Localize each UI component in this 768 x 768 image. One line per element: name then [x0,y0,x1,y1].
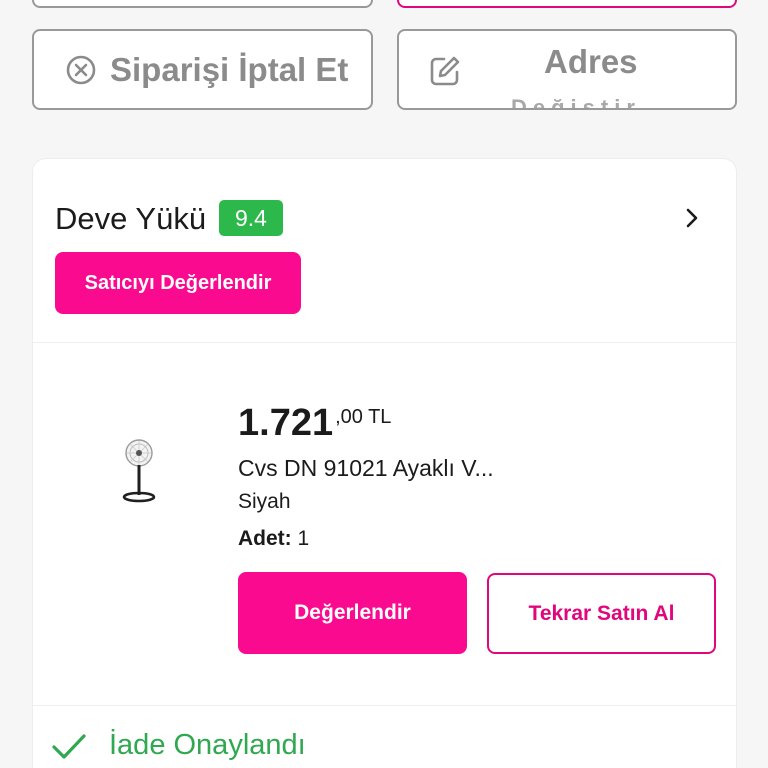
partial-top-button-right[interactable] [397,0,737,8]
product-price: 1.721,00 TL [238,402,391,445]
seller-name[interactable]: Deve Yükü [55,201,206,237]
chevron-right-icon[interactable] [679,203,705,233]
return-status: İade Onaylandı [51,729,306,762]
order-card: Deve Yükü 9.4 Satıcıyı Değerlendir 1.721… [32,158,737,768]
edit-pencil-icon [427,53,463,89]
quantity-value: 1 [297,527,310,550]
cancel-order-button[interactable]: Siparişi İptal Et [32,29,373,110]
price-decimals: ,00 TL [335,406,392,428]
rate-seller-button[interactable]: Satıcıyı Değerlendir [55,252,301,314]
buy-again-button[interactable]: Tekrar Satın Al [487,573,716,654]
seller-rating-badge: 9.4 [219,200,283,236]
x-circle-icon [64,53,98,87]
partial-top-button-left[interactable] [32,0,373,8]
quantity-label: Adet: [238,527,292,550]
product-color: Siyah [238,490,291,513]
divider [33,342,736,343]
change-address-button[interactable]: Adres Değiştir [397,29,737,110]
cancel-order-label: Siparişi İptal Et [110,50,349,88]
address-label: Adres [544,43,638,80]
product-name[interactable]: Cvs DN 91021 Ayaklı V... [238,455,494,482]
address-label-cut: Değiştir [511,95,641,110]
product-quantity: Adet: 1 [238,527,309,551]
review-product-button[interactable]: Değerlendir [238,572,467,654]
check-icon [51,731,87,761]
divider [33,705,736,706]
return-status-text: İade Onaylandı [109,729,306,761]
price-main: 1.721 [238,402,334,444]
product-image[interactable] [109,431,169,511]
